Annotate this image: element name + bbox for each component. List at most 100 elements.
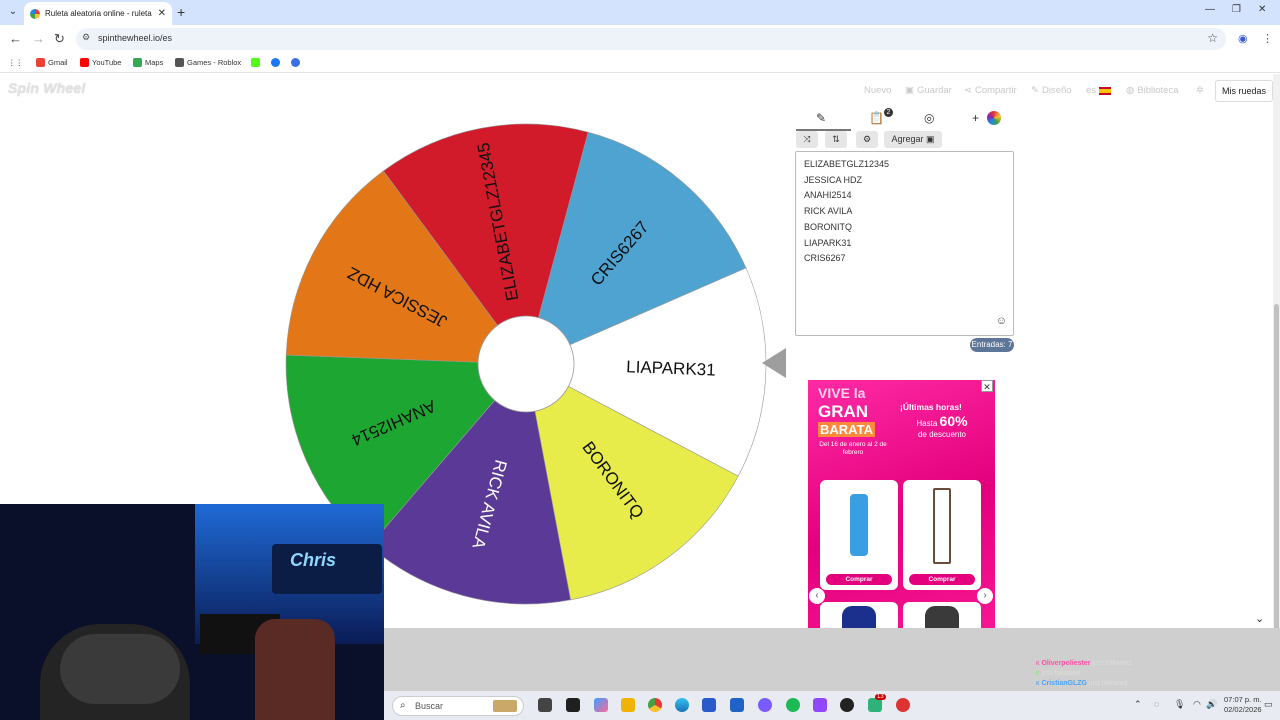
- bookmark-star-icon[interactable]: ☆: [1207, 31, 1218, 45]
- file-explorer-icon[interactable]: [621, 698, 635, 712]
- add-plus-icon[interactable]: +: [972, 111, 979, 125]
- shuffle-button[interactable]: ⤨: [796, 131, 818, 148]
- spotify-icon[interactable]: [786, 698, 800, 712]
- whatsapp-icon[interactable]: [868, 698, 882, 712]
- scroll-thumb[interactable]: [1274, 304, 1279, 684]
- task-view-icon[interactable]: [538, 698, 552, 712]
- wheel-hub[interactable]: [477, 315, 575, 413]
- bookmark-maps[interactable]: Maps: [133, 58, 163, 67]
- webcam-helmet: [60, 634, 180, 704]
- ad-discount: Hasta 60% de descuento: [916, 413, 968, 439]
- ad-product-shelf[interactable]: Comprar: [903, 480, 981, 590]
- sort-icon: ⇅: [832, 134, 840, 144]
- twitch-icon[interactable]: [813, 698, 827, 712]
- taskbar-search[interactable]: ⌕ Buscar: [392, 696, 524, 716]
- entries-textarea[interactable]: ELIZABETGLZ12345 JESSICA HDZ ANAHI2514 RICK…: [795, 151, 1014, 336]
- entry-line: ELIZABETGLZ12345: [804, 159, 890, 169]
- add-image-button[interactable]: Agregar ▣: [884, 131, 942, 148]
- nav-language[interactable]: es: [1086, 85, 1112, 96]
- nav-new[interactable]: Nuevo: [864, 85, 891, 96]
- browser-tabbar: ⌄ Ruleta aleatoria online - ruleta ✕ + —…: [0, 0, 1280, 25]
- taskbar: ⌕ Buscar 13 ⌃ ◌ 🎙 ◠ 🔊 07:07 p. m. 02/02/…: [384, 690, 1280, 720]
- ad-vive: VIVE la: [818, 385, 866, 401]
- extension-icon[interactable]: ◉: [1238, 32, 1248, 45]
- new-tab-icon[interactable]: +: [177, 4, 185, 20]
- clipboard-icon[interactable]: 📋: [869, 111, 884, 125]
- mail-icon[interactable]: [730, 698, 744, 712]
- ad-product-bottle[interactable]: Comprar: [820, 480, 898, 590]
- nav-settings[interactable]: ✲: [1196, 85, 1204, 96]
- reload-icon[interactable]: ↻: [54, 31, 65, 47]
- microphone-icon[interactable]: 🎙: [1174, 699, 1185, 710]
- url-input[interactable]: ⚙ spinthewheel.io/es ☆: [76, 28, 1226, 50]
- follow-alert: κ Oliverpoliester just followed: [1036, 660, 1131, 667]
- back-icon[interactable]: ←: [9, 31, 22, 46]
- maps-icon: [133, 58, 142, 67]
- ad-dates: Del 16 de enero al 2 de febrero: [819, 441, 887, 456]
- url-text: spinthewheel.io/es: [98, 33, 173, 43]
- buy-button[interactable]: Comprar: [826, 574, 892, 585]
- store-icon[interactable]: [702, 698, 716, 712]
- edit-pencil-icon[interactable]: ✎: [816, 111, 826, 125]
- bookmarks-bar: ⋮⋮ Gmail YouTube Maps Games - Roblox: [0, 53, 1280, 73]
- wifi-icon[interactable]: ◠: [1193, 699, 1201, 710]
- apps-icon[interactable]: ⋮⋮: [8, 58, 23, 67]
- spain-flag-icon: [1099, 86, 1112, 95]
- color-wheel-icon[interactable]: [987, 111, 1001, 125]
- nav-library[interactable]: ◍ Biblioteca: [1126, 85, 1179, 96]
- nav-design[interactable]: ✎ Diseño: [1031, 85, 1072, 96]
- site-info-icon[interactable]: ⚙: [82, 32, 90, 43]
- close-window-icon[interactable]: ✕: [1258, 4, 1266, 15]
- settings-button[interactable]: ⚙: [856, 131, 878, 148]
- notifications-icon[interactable]: ▭: [1264, 699, 1273, 710]
- emoji-icon[interactable]: ☺: [996, 315, 1007, 327]
- bookmark-youtube[interactable]: YouTube: [80, 58, 121, 67]
- sort-button[interactable]: ⇅: [825, 131, 847, 148]
- ad-prev-icon[interactable]: ‹: [809, 588, 825, 604]
- tray-app-icon[interactable]: ◌: [1154, 699, 1159, 709]
- bookmark-facebook[interactable]: [271, 58, 280, 67]
- search-icon: ⌕: [400, 700, 406, 711]
- bottle-image: [850, 494, 868, 556]
- site-logo[interactable]: Spin Wheel: [8, 80, 85, 96]
- entry-line: JESSICA HDZ: [804, 174, 863, 185]
- edge-icon[interactable]: [675, 698, 689, 712]
- obs-icon[interactable]: [840, 698, 854, 712]
- clipboard-badge: 2: [884, 108, 893, 117]
- copilot-icon[interactable]: [594, 698, 608, 712]
- terminal-icon[interactable]: [566, 698, 580, 712]
- entry-line: RICK AVILA: [804, 206, 853, 217]
- minimize-icon[interactable]: —: [1205, 4, 1215, 15]
- menu-icon[interactable]: ⋮: [1262, 32, 1273, 45]
- taskbar-clock[interactable]: 07:07 p. m. 02/02/2026: [1224, 695, 1262, 715]
- buy-button[interactable]: Comprar: [909, 574, 975, 585]
- volume-icon[interactable]: 🔊: [1206, 699, 1217, 710]
- bookmark-roblox[interactable]: Games - Roblox: [175, 58, 241, 67]
- follow-alert: κ just followed: [1036, 670, 1080, 677]
- bookmark-kick[interactable]: [251, 58, 260, 67]
- entry-line: CRIS6267: [804, 253, 846, 264]
- ad-close-icon[interactable]: ✕: [981, 380, 993, 392]
- my-wheels-button[interactable]: Mis ruedas: [1215, 80, 1273, 102]
- restore-icon[interactable]: ❐: [1232, 4, 1241, 15]
- close-tab-icon[interactable]: ✕: [158, 8, 166, 19]
- youtube-icon: [80, 58, 89, 67]
- forward-icon[interactable]: →: [32, 31, 45, 46]
- nav-share[interactable]: ⋖ Compartir: [964, 85, 1017, 96]
- shuffle-icon: ⤨: [803, 134, 811, 144]
- tab-search-icon[interactable]: ⌄: [6, 5, 20, 19]
- editor-tabs: ✎ 📋 2 ◎ +: [796, 108, 1014, 131]
- hide-eye-icon[interactable]: ◎: [924, 111, 934, 125]
- bookmark-r[interactable]: [291, 58, 300, 67]
- bookmark-gmail[interactable]: Gmail: [36, 58, 68, 67]
- ad-next-icon[interactable]: ›: [977, 588, 993, 604]
- app-icon[interactable]: [758, 698, 772, 712]
- nav-save[interactable]: ▣ Guardar: [905, 85, 952, 96]
- page-scrollbar[interactable]: [1273, 74, 1280, 690]
- chrome-icon[interactable]: [648, 698, 662, 712]
- app-red-icon[interactable]: [896, 698, 910, 712]
- browser-tab[interactable]: Ruleta aleatoria online - ruleta ✕: [24, 2, 172, 25]
- chevron-down-icon[interactable]: ⌄: [1255, 612, 1264, 625]
- tray-chevron-icon[interactable]: ⌃: [1134, 699, 1142, 710]
- kick-icon: [251, 58, 260, 67]
